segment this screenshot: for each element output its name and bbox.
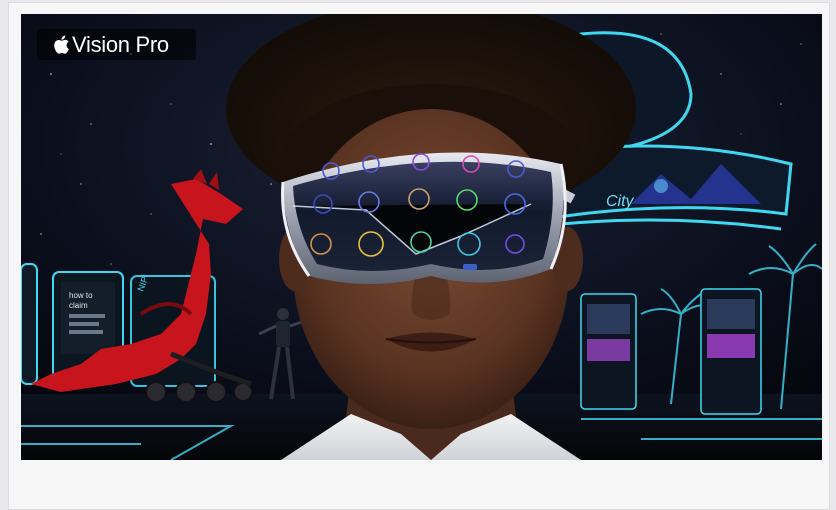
visor-indicator <box>463 264 477 270</box>
brand-text: Vision Pro <box>72 31 169 57</box>
hero-image[interactable]: how to claim NIP City Vision Pro <box>21 14 822 460</box>
vision-pro-logo: Vision Pro <box>37 29 196 60</box>
caption-area <box>21 460 822 508</box>
apple-logo-icon <box>51 34 70 55</box>
svg-text:City: City <box>606 193 635 210</box>
svg-text:how to: how to <box>69 291 93 300</box>
nose <box>411 274 451 320</box>
hero-illustration: how to claim NIP City <box>21 14 822 460</box>
svg-text:claim: claim <box>69 301 88 310</box>
